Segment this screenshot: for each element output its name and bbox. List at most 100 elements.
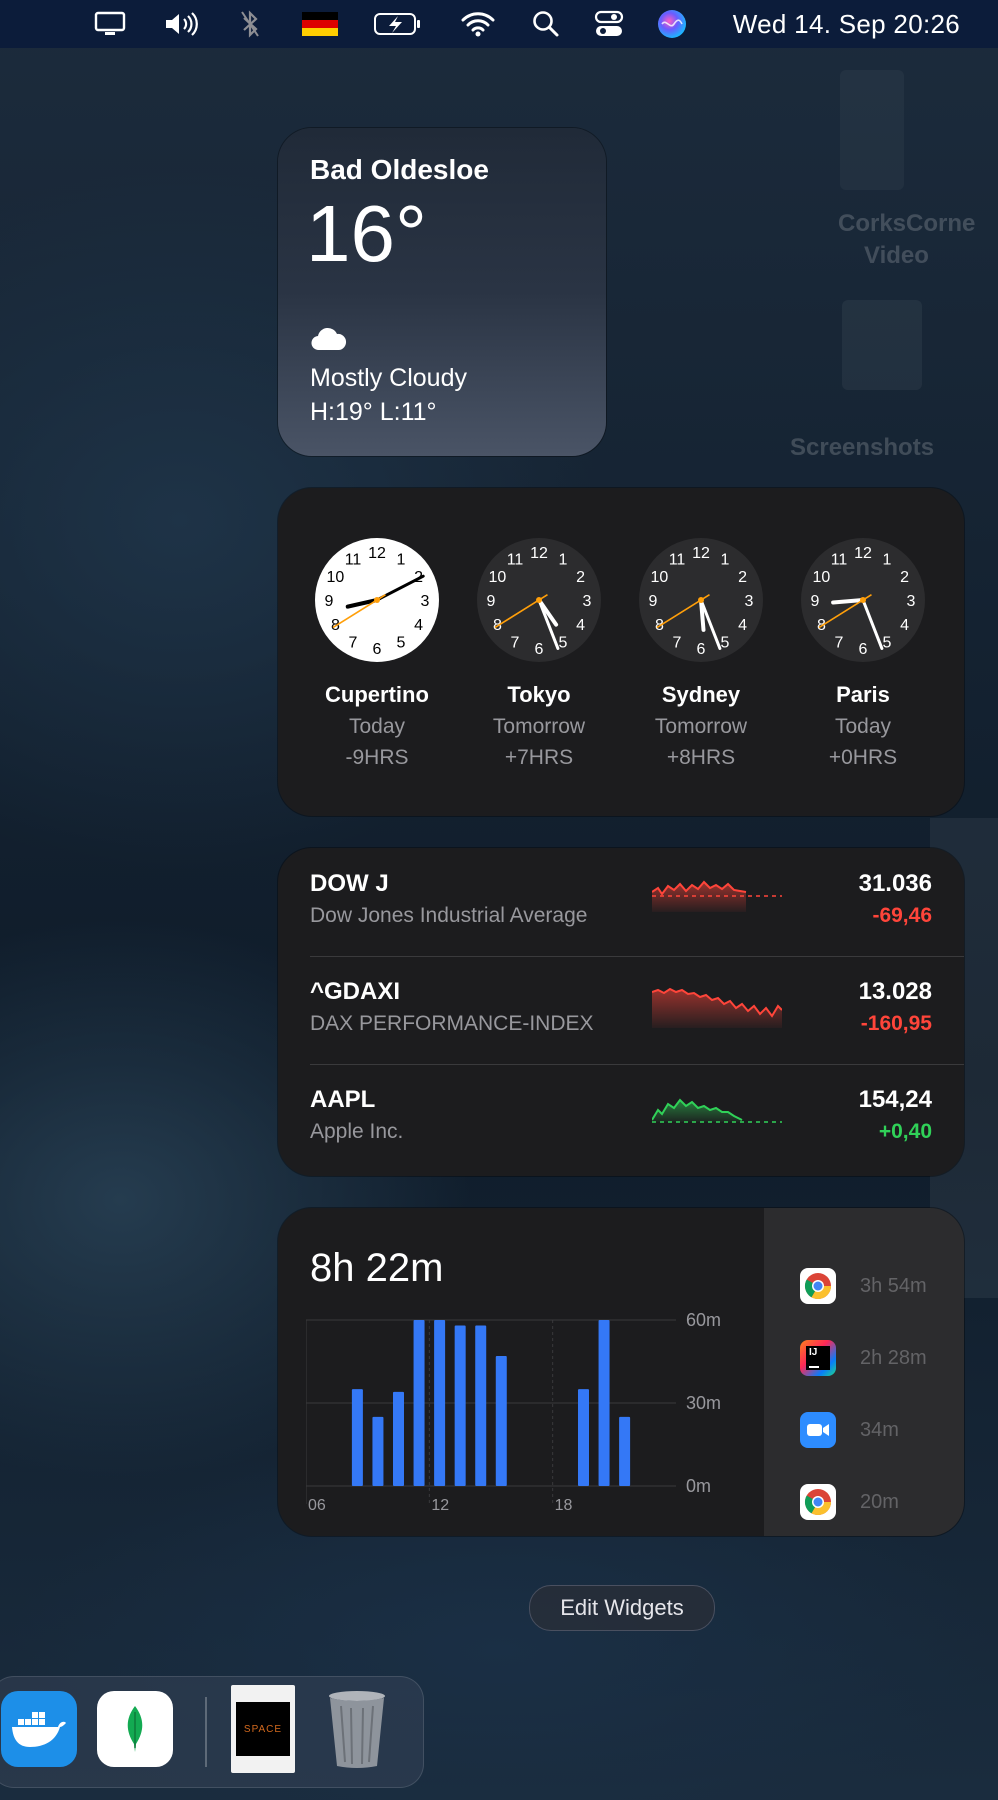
chrome-icon	[800, 1268, 836, 1304]
clock-numeral: 3	[745, 593, 754, 610]
usage-bar	[393, 1391, 404, 1486]
screen-time-chart: 60m 30m 0m 06 12 18	[306, 1310, 721, 1510]
app-usage-time: 34m	[860, 1418, 899, 1441]
app-usage-row[interactable]: 34m	[800, 1408, 960, 1452]
volume-icon[interactable]	[162, 0, 202, 48]
y-tick-label: 0m	[686, 1476, 711, 1496]
mongodb-icon[interactable]	[97, 1691, 173, 1767]
usage-bar	[598, 1320, 610, 1486]
clock-city: Sydney	[661, 682, 741, 707]
screen-time-widget[interactable]: 8h 22m 60m 30m 0m 06 12 18 3h 54m IJ 2h 28m 3…	[278, 1208, 964, 1536]
stocks-widget[interactable]: DOW J Dow Jones Industrial Average 31.03…	[278, 848, 964, 1176]
stock-row[interactable]: DOW J Dow Jones Industrial Average 31.03…	[310, 848, 964, 956]
usage-bar	[351, 1389, 363, 1486]
clock-numeral: 5	[559, 635, 568, 652]
clock-numeral: 5	[721, 635, 730, 652]
world-clock-cupertino[interactable]: 121234567891011 Cupertino Today -9HRS	[297, 536, 457, 770]
usage-bar	[475, 1325, 487, 1486]
y-tick-label: 60m	[686, 1310, 721, 1330]
bluetooth-icon[interactable]	[236, 0, 264, 48]
search-icon[interactable]	[530, 0, 562, 48]
x-tick-label: 12	[431, 1497, 449, 1510]
x-tick-label: 06	[308, 1497, 326, 1510]
clock-numeral: 1	[721, 551, 730, 568]
world-clock-sydney[interactable]: 121234567891011 Sydney Tomorrow +8HRS	[621, 536, 781, 770]
stock-row[interactable]: AAPL Apple Inc. 154,24 +0,40	[310, 1064, 964, 1172]
clock-numeral: 9	[487, 593, 496, 610]
clock-numeral: 6	[859, 641, 868, 658]
space-document-icon[interactable]: SPACE	[231, 1685, 295, 1773]
clock-numeral: 12	[368, 545, 386, 562]
clock-numeral: 4	[576, 617, 585, 634]
desktop-item-label[interactable]: Screenshots	[790, 434, 934, 462]
clock-face-icon: 121234567891011	[315, 538, 439, 662]
clock-numeral: 11	[669, 551, 686, 568]
clock-offset: +7HRS	[504, 746, 574, 769]
clock-numeral: 1	[883, 551, 892, 568]
x-tick-label: 18	[555, 1497, 573, 1510]
stock-change: -69,46	[872, 904, 932, 927]
app-usage-time: 2h 28m	[860, 1346, 927, 1369]
clock-numeral: 4	[414, 617, 423, 634]
app-usage-row[interactable]: 20m	[800, 1480, 960, 1524]
menubar-clock[interactable]: Wed 14. Sep 20:26	[733, 0, 960, 48]
clock-numeral: 10	[489, 569, 507, 586]
stock-price: 154,24	[858, 1086, 932, 1113]
world-clock-widget[interactable]: 121234567891011 Cupertino Today -9HRS 12…	[278, 488, 964, 816]
weather-city: Bad Oldesloe	[310, 154, 489, 185]
docker-icon[interactable]	[1, 1691, 77, 1767]
display-icon[interactable]	[92, 0, 128, 48]
usage-bar	[413, 1320, 425, 1486]
clock-numeral: 11	[831, 551, 848, 568]
clock-numeral: 12	[854, 545, 872, 562]
world-clock-paris[interactable]: 121234567891011 Paris Today +0HRS	[783, 536, 943, 770]
app-usage-row[interactable]: 3h 54m	[800, 1264, 960, 1308]
clock-numeral: 10	[651, 569, 669, 586]
screen-time-total: 8h 22m	[310, 1246, 444, 1290]
edit-widgets-button[interactable]: Edit Widgets	[529, 1585, 715, 1631]
app-usage-time: 3h 54m	[860, 1274, 927, 1297]
weather-widget[interactable]: Bad Oldesloe 16° Mostly Cloudy H:19° L:1…	[278, 128, 606, 456]
clock-city: Cupertino	[325, 682, 429, 707]
desktop-item-label[interactable]: CorksCorne	[838, 210, 975, 238]
clock-numeral: 10	[813, 569, 831, 586]
clock-face-icon: 121234567891011	[801, 538, 925, 662]
clock-numeral: 1	[559, 551, 568, 568]
trash-icon[interactable]	[319, 1691, 395, 1768]
clock-numeral: 6	[697, 641, 706, 658]
clock-numeral: 1	[397, 551, 406, 568]
clock-offset: -9HRS	[345, 746, 409, 769]
stock-change: -160,95	[860, 1012, 932, 1035]
weather-high-low: H:19° L:11°	[310, 398, 437, 426]
clock-numeral: 3	[583, 593, 592, 610]
siri-icon[interactable]	[656, 0, 688, 48]
clock-numeral: 7	[511, 635, 520, 652]
stock-symbol: ^GDAXI	[310, 978, 401, 1005]
wifi-icon[interactable]	[460, 0, 496, 48]
desktop-item-folder[interactable]	[840, 70, 904, 190]
clock-numeral: 2	[900, 569, 909, 586]
battery-charging-icon[interactable]	[372, 0, 424, 48]
clock-numeral: 3	[907, 593, 916, 610]
stock-symbol: AAPL	[310, 1086, 376, 1113]
stock-sparkline	[652, 1098, 782, 1123]
desktop-item-label[interactable]: Video	[864, 242, 929, 270]
document-label: SPACE	[243, 1723, 283, 1735]
usage-bar	[619, 1416, 631, 1486]
clock-numeral: 9	[811, 593, 820, 610]
stock-price: 13.028	[858, 978, 932, 1005]
clock-numeral: 9	[649, 593, 658, 610]
clock-offset: +8HRS	[666, 746, 736, 769]
clock-numeral: 2	[738, 569, 747, 586]
clock-numeral: 12	[530, 545, 548, 562]
control-center-icon[interactable]	[592, 0, 626, 48]
stock-row[interactable]: ^GDAXI DAX PERFORMANCE-INDEX 13.028 -160…	[310, 956, 964, 1064]
stock-price: 31.036	[858, 870, 932, 897]
german-flag-icon[interactable]	[300, 0, 340, 48]
stock-name: Dow Jones Industrial Average	[310, 904, 588, 927]
app-usage-row[interactable]: IJ 2h 28m	[800, 1336, 960, 1380]
menu-bar: Wed 14. Sep 20:26	[0, 0, 998, 48]
world-clock-tokyo[interactable]: 121234567891011 Tokyo Tomorrow +7HRS	[459, 536, 619, 770]
dock-separator	[205, 1697, 207, 1767]
desktop-item-folder[interactable]	[842, 300, 922, 390]
